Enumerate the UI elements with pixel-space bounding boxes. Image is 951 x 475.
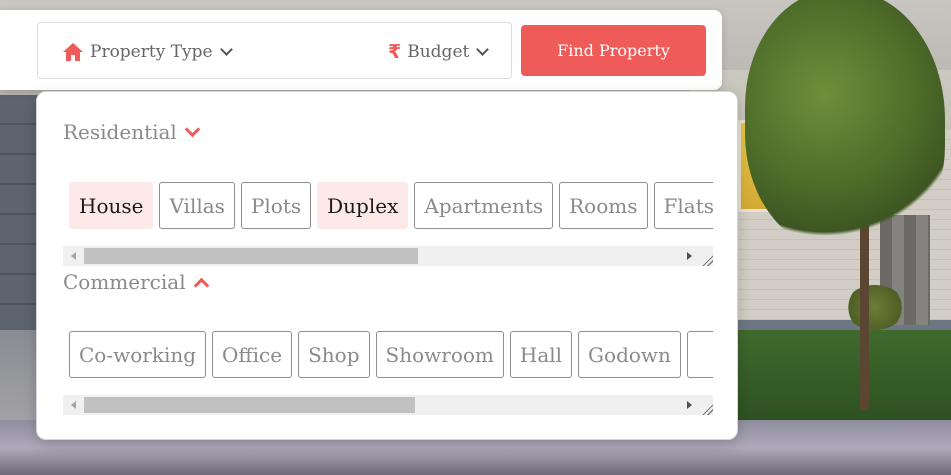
chip-duplex[interactable]: Duplex <box>317 182 409 229</box>
chevron-down-icon <box>219 42 233 56</box>
commercial-heading: Commercial <box>63 270 186 294</box>
scroll-left-arrow-icon[interactable] <box>63 395 83 415</box>
scroll-right-arrow-icon[interactable] <box>679 246 699 266</box>
chip-hall[interactable]: Hall <box>509 331 573 378</box>
chip-showroom[interactable]: Showroom <box>375 331 504 378</box>
chip-co-working[interactable]: Co-working <box>69 331 207 378</box>
chip-flats[interactable]: Flats <box>653 182 713 229</box>
chip-plots[interactable]: Plots <box>240 182 312 229</box>
find-property-button[interactable]: Find Property <box>521 25 706 76</box>
chip-partial[interactable] <box>686 331 713 378</box>
chevron-down-icon <box>476 42 490 56</box>
search-bar: Property Type ₹ Budget Find Property <box>0 10 722 90</box>
background-tree <box>745 0 945 250</box>
chip-office[interactable]: Office <box>212 331 293 378</box>
property-type-label: Property Type <box>90 41 213 62</box>
scroll-left-arrow-icon[interactable] <box>63 246 83 266</box>
scroll-right-arrow-icon[interactable] <box>679 395 699 415</box>
property-type-dropdown[interactable]: Property Type <box>62 23 233 80</box>
chip-godown[interactable]: Godown <box>578 331 681 378</box>
residential-chip-row: House Villas Plots Duplex Apartments Rooms Fla… <box>69 182 713 229</box>
chip-house[interactable]: House <box>69 182 154 229</box>
background-garage-door <box>0 95 40 330</box>
chip-rooms[interactable]: Rooms <box>559 182 648 229</box>
resize-grip-icon[interactable] <box>701 254 713 266</box>
chip-shop[interactable]: Shop <box>298 331 370 378</box>
chevron-up-icon <box>193 277 209 293</box>
residential-heading: Residential <box>63 120 177 144</box>
scrollbar-thumb[interactable] <box>84 397 415 413</box>
commercial-scrollbar[interactable] <box>63 395 713 415</box>
residential-scrollbar[interactable] <box>63 246 713 266</box>
chip-villas[interactable]: Villas <box>159 182 235 229</box>
scrollbar-thumb[interactable] <box>84 248 418 264</box>
budget-dropdown[interactable]: ₹ Budget <box>388 23 490 80</box>
commercial-chip-list: Co-working Office Shop Showroom Hall Godown <box>63 321 713 401</box>
budget-label: Budget <box>407 41 470 62</box>
chevron-down-icon <box>184 121 201 137</box>
commercial-chip-row: Co-working Office Shop Showroom Hall Godown <box>69 331 713 378</box>
property-type-panel: Residential House Villas Plots Duplex Apartm… <box>36 91 738 440</box>
rupee-icon: ₹ <box>388 40 402 63</box>
commercial-section-toggle[interactable]: Commercial <box>63 270 209 294</box>
residential-section-toggle[interactable]: Residential <box>63 120 201 144</box>
resize-grip-icon[interactable] <box>701 403 713 415</box>
home-icon <box>62 42 84 62</box>
chip-apartments[interactable]: Apartments <box>414 182 554 229</box>
residential-chip-list: House Villas Plots Duplex Apartments Rooms Fla… <box>63 172 713 252</box>
background-shrub <box>845 285 905 330</box>
filter-group: Property Type ₹ Budget <box>37 22 512 79</box>
